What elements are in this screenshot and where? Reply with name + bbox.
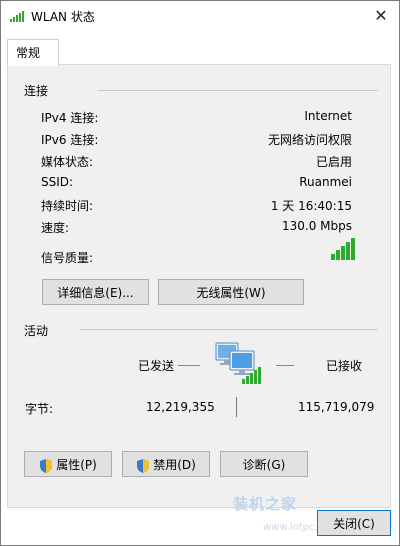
media-state-label: 媒体状态: (41, 155, 94, 169)
received-dash (276, 365, 294, 366)
ipv6-label: IPv6 连接: (41, 133, 99, 147)
uac-shield-icon (137, 458, 150, 473)
disable-button[interactable]: 禁用(D) (122, 451, 210, 477)
activity-divider (80, 329, 378, 330)
signal-quality-label: 信号质量: (41, 251, 94, 265)
wlan-status-window: WLAN 状态 ✕ 常规 连接 IPv4 连接: Internet IPv6 连… (0, 0, 400, 546)
connection-divider (98, 90, 378, 91)
close-button[interactable]: 关闭(C) (317, 510, 391, 536)
ipv4-label: IPv4 连接: (41, 111, 99, 125)
properties-button-label: 属性(P) (56, 458, 97, 472)
activity-divider-bar (236, 397, 237, 417)
connection-heading: 连接 (24, 84, 49, 98)
received-label: 已接收 (326, 359, 363, 373)
ssid-value: Ruanmei (299, 175, 352, 189)
duration-value: 1 天 16:40:15 (270, 199, 352, 213)
bytes-received-value: 115,719,079 (298, 400, 375, 414)
ipv6-value: 无网络访问权限 (267, 133, 352, 147)
general-panel: 连接 IPv4 连接: Internet IPv6 连接: 无网络访问权限 媒体… (7, 64, 391, 508)
speed-label: 速度: (41, 221, 70, 235)
details-button[interactable]: 详细信息(E)... (42, 279, 149, 305)
signal-strength-icon (331, 238, 355, 260)
bytes-sent-value: 12,219,355 (146, 400, 215, 414)
network-computers-icon (215, 342, 261, 384)
diagnose-button[interactable]: 诊断(G) (220, 451, 308, 477)
disable-button-label: 禁用(D) (153, 458, 196, 472)
tab-general[interactable]: 常规 (7, 39, 59, 66)
window-title: WLAN 状态 (31, 10, 95, 24)
sent-dash (178, 365, 200, 366)
bytes-label: 字节: (25, 402, 54, 416)
tab-strip: 常规 (1, 31, 399, 66)
close-window-icon[interactable]: ✕ (363, 1, 399, 31)
duration-label: 持续时间: (41, 199, 94, 213)
tab-general-label: 常规 (16, 46, 41, 60)
title-bar: WLAN 状态 ✕ (1, 1, 399, 31)
sent-label: 已发送 (138, 359, 175, 373)
activity-heading: 活动 (24, 324, 49, 338)
ssid-label: SSID: (41, 175, 74, 189)
uac-shield-icon (40, 458, 53, 473)
wifi-signal-icon (10, 11, 24, 22)
wireless-properties-button[interactable]: 无线属性(W) (158, 279, 304, 305)
watermark-brand: 装机之家 (233, 495, 298, 513)
media-state-value: 已启用 (315, 155, 352, 169)
properties-button[interactable]: 属性(P) (24, 451, 112, 477)
ipv4-value: Internet (304, 109, 352, 123)
speed-value: 130.0 Mbps (281, 219, 352, 233)
